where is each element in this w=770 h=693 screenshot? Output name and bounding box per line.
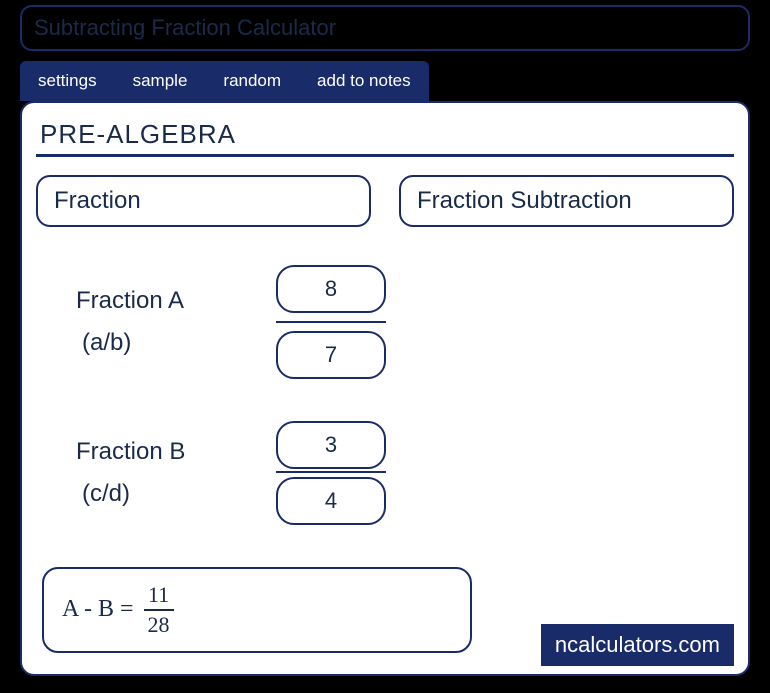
tab-random[interactable]: random [205, 61, 299, 101]
fraction-b-label-text: Fraction B [76, 438, 185, 465]
main-panel: PRE-ALGEBRA Fraction Fraction Subtractio… [20, 101, 750, 676]
fraction-b-numerator-input[interactable] [276, 421, 386, 469]
chip-row: Fraction Fraction Subtraction [36, 175, 734, 227]
fraction-b-sublabel: (c/d) [82, 475, 276, 513]
fraction-b-denominator-input[interactable] [276, 477, 386, 525]
fraction-b-label: Fraction B (c/d) [76, 433, 276, 514]
fraction-a-row: Fraction A (a/b) [76, 265, 734, 379]
result-prefix: A - B = [62, 596, 134, 623]
result-denominator: 28 [148, 613, 170, 637]
fraction-b-divider [276, 471, 386, 473]
brand-badge[interactable]: ncalculators.com [541, 624, 734, 666]
fraction-a-denominator-input[interactable] [276, 331, 386, 379]
section-heading: PRE-ALGEBRA [36, 119, 734, 157]
fraction-a-label: Fraction A (a/b) [76, 282, 276, 363]
result-box: A - B = 11 28 [42, 567, 472, 653]
result-numerator: 11 [148, 583, 169, 607]
page-title: Subtracting Fraction Calculator [20, 5, 750, 51]
fraction-b-inputs [276, 421, 386, 525]
result-fraction: 11 28 [144, 583, 174, 637]
fraction-a-divider [276, 321, 386, 323]
chip-fraction-subtraction[interactable]: Fraction Subtraction [399, 175, 734, 227]
tab-bar: settings sample random add to notes [20, 61, 750, 101]
fraction-a-numerator-input[interactable] [276, 265, 386, 313]
tab-sample[interactable]: sample [115, 61, 206, 101]
fraction-a-label-text: Fraction A [76, 287, 184, 314]
chip-fraction[interactable]: Fraction [36, 175, 371, 227]
fraction-b-row: Fraction B (c/d) [76, 421, 734, 525]
tab-settings[interactable]: settings [20, 61, 115, 101]
result-fraction-line [144, 609, 174, 611]
tab-add-to-notes[interactable]: add to notes [299, 61, 429, 101]
fraction-a-sublabel: (a/b) [82, 324, 276, 362]
fraction-a-inputs [276, 265, 386, 379]
